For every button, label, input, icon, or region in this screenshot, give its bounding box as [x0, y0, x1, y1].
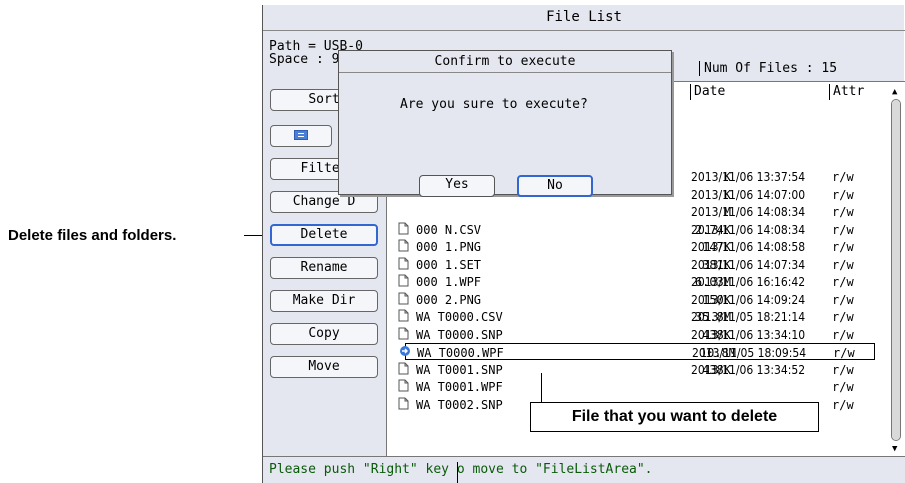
file-attr: r/w	[832, 275, 854, 289]
file-name: WA T0001.SNP	[416, 362, 503, 377]
attr-column-separator	[829, 84, 830, 100]
date-column-separator	[690, 84, 691, 100]
file-date: 2013/11/06 13:34:10	[691, 327, 806, 342]
file-icon	[398, 257, 410, 271]
file-date: 2013/11/06 14:07:34	[691, 257, 806, 272]
file-icon	[398, 292, 410, 306]
delete-button[interactable]: Delete	[270, 224, 378, 246]
file-name: WA T0002.SNP	[416, 397, 503, 412]
list-view-icon	[294, 130, 308, 140]
file-name: WA T0000.CSV	[416, 310, 503, 324]
make-dir-button[interactable]: Make Dir	[270, 290, 378, 312]
file-name: 000 1.SET	[416, 257, 482, 272]
file-callout: File that you want to delete	[530, 402, 819, 432]
file-date: 2013/11/06 14:08:34	[691, 205, 806, 219]
date-column-header: Date	[694, 84, 726, 99]
file-row[interactable]: 000 1.WPF 6.03M 2013/11/06 16:16:42 r/w	[387, 273, 887, 290]
file-row[interactable]: 000 2.PNG 150K 2013/11/06 14:09:24 r/w	[387, 291, 887, 308]
file-row[interactable]: WA T0000.CSV 35.8M 2013/11/05 18:21:14 r/w	[387, 308, 887, 325]
scroll-track[interactable]	[891, 99, 901, 441]
num-files-label: Num Of Files : 15	[699, 61, 837, 76]
file-attr: r/w	[832, 362, 854, 377]
view-toggle-button[interactable]	[270, 125, 332, 147]
dialog-title: Confirm to execute	[339, 51, 671, 73]
file-name: 000 1.PNG	[416, 240, 482, 254]
selected-file-icon	[399, 345, 411, 359]
file-attr: r/w	[832, 397, 854, 412]
file-icon	[398, 222, 410, 236]
yes-button[interactable]: Yes	[419, 175, 495, 197]
file-name: 000 2.PNG	[416, 292, 482, 307]
copy-button[interactable]: Copy	[270, 323, 378, 345]
file-callout-leader	[541, 373, 542, 402]
window-title: File List	[263, 5, 905, 31]
file-icon	[398, 397, 410, 411]
file-name: WA T0001.WPF	[416, 380, 503, 394]
file-icon	[398, 379, 410, 393]
scroll-thumb[interactable]	[892, 100, 900, 440]
attr-column-header: Attr	[833, 84, 865, 99]
file-callout-text: File that you want to delete	[571, 408, 778, 425]
file-icon	[398, 274, 410, 288]
file-date: 2013/11/05 18:09:54	[692, 346, 807, 360]
file-icon	[398, 327, 410, 341]
file-row[interactable]: 000 1.PNG 147K 2013/11/06 14:08:58 r/w	[387, 238, 887, 255]
confirm-dialog: Confirm to execute Are you sure to execu…	[338, 50, 672, 197]
scroll-down-icon[interactable]: ▼	[892, 444, 897, 454]
file-attr: r/w	[832, 380, 854, 394]
file-row[interactable]: WA T0000.WPF 10.8M 2013/11/05 18:09:54 r/w	[400, 343, 875, 360]
file-row[interactable]: WA T0001.WPF r/w	[387, 378, 887, 395]
file-date: 2013/11/06 14:09:24	[691, 292, 806, 307]
file-name: 000 N.CSV	[416, 222, 482, 237]
file-icon	[398, 239, 410, 253]
file-attr: r/w	[832, 292, 854, 307]
bottom-leader	[457, 462, 458, 483]
dialog-message: Are you sure to execute?	[400, 97, 588, 112]
file-name: 000 1.WPF	[416, 275, 482, 289]
file-name: WA T0000.SNP	[416, 327, 503, 342]
scroll-up-icon[interactable]: ▲	[892, 87, 897, 97]
file-date: 2013/11/06 16:16:42	[691, 275, 806, 289]
file-attr: r/w	[832, 310, 854, 324]
file-date: 2013/11/05 18:21:14	[691, 310, 806, 324]
move-button[interactable]: Move	[270, 356, 378, 378]
file-list-scrollbar[interactable]: ▲ ▼	[890, 87, 903, 454]
file-icon	[398, 309, 410, 323]
file-attr: r/w	[832, 170, 854, 184]
file-attr: r/w	[832, 222, 854, 237]
file-attr: r/w	[832, 240, 854, 254]
file-date: 2013/11/06 13:37:54	[691, 170, 806, 184]
file-date: 2013/11/06 14:07:00	[691, 187, 806, 202]
file-attr: r/w	[833, 346, 855, 360]
file-row[interactable]: WA T0000.SNP 438K 2013/11/06 13:34:10 r/w	[387, 326, 887, 343]
no-button[interactable]: No	[517, 175, 593, 197]
file-date: 2013/11/06 14:08:34	[691, 222, 806, 237]
file-name: WA T0000.WPF	[417, 346, 504, 360]
file-attr: r/w	[832, 205, 854, 219]
status-bar: Please push "Right" key o move to "FileL…	[263, 456, 905, 483]
file-attr: r/w	[832, 187, 854, 202]
file-date: 2013/11/06 14:08:58	[691, 240, 806, 254]
file-row[interactable]: 000 1.SET 381K 2013/11/06 14:07:34 r/w	[387, 256, 887, 273]
file-attr: r/w	[832, 327, 854, 342]
delete-annotation: Delete files and folders.	[8, 227, 177, 244]
rename-button[interactable]: Rename	[270, 257, 378, 279]
space-label: Space : 9	[269, 52, 340, 67]
status-message: Please push "Right" key o move to "FileL…	[269, 462, 653, 477]
file-icon	[398, 362, 410, 376]
file-date: 2013/11/06 13:34:52	[691, 362, 806, 377]
file-row[interactable]: M 2013/11/06 14:08:34 r/w	[387, 203, 887, 220]
file-row[interactable]: WA T0001.SNP 438K 2013/11/06 13:34:52 r/w	[387, 361, 887, 378]
file-attr: r/w	[832, 257, 854, 272]
file-row[interactable]: 000 N.CSV 2.74K 2013/11/06 14:08:34 r/w	[387, 221, 887, 238]
